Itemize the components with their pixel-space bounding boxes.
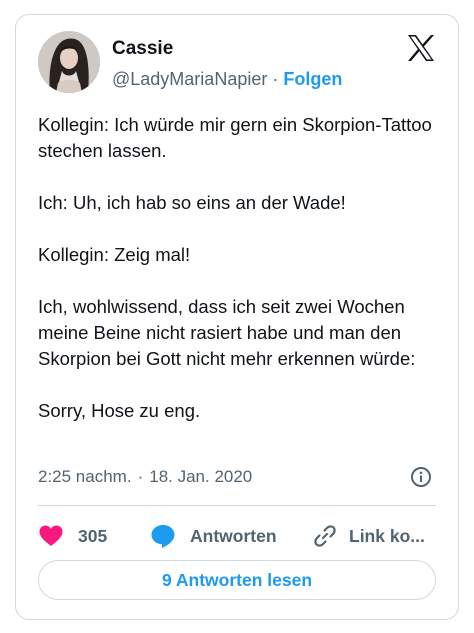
tweet-paragraph: Kollegin: Ich würde mir gern ein Skorpio… <box>38 114 432 161</box>
tweet-paragraph: Kollegin: Zeig mal! <box>38 244 191 265</box>
tweet-paragraph: Sorry, Hose zu eng. <box>38 400 201 421</box>
avatar[interactable] <box>38 31 100 93</box>
info-icon[interactable] <box>410 466 432 488</box>
speech-bubble-icon <box>151 525 175 548</box>
heart-icon <box>39 525 63 546</box>
read-replies-button[interactable]: 9 Antworten lesen <box>38 560 436 600</box>
author-handle-row: @LadyMariaNapier · Folgen <box>112 69 342 90</box>
avatar-image <box>38 31 100 93</box>
separator-dot: · <box>137 467 144 486</box>
divider <box>38 505 436 506</box>
author-handle[interactable]: @LadyMariaNapier <box>112 69 267 89</box>
separator-dot: · <box>272 69 279 89</box>
follow-button[interactable]: Folgen <box>283 69 342 89</box>
like-button[interactable]: 305 <box>38 520 107 552</box>
author-name[interactable]: Cassie <box>112 38 173 60</box>
tweet-card: Cassie @LadyMariaNapier · Folgen Kollegin:… <box>15 14 459 620</box>
reply-button[interactable]: Antworten <box>150 520 277 552</box>
link-icon <box>314 525 336 547</box>
copy-link-button[interactable]: Link ko... <box>313 520 425 552</box>
action-bar: 305 Antworten Link ko... <box>38 520 443 552</box>
tweet-paragraph: Ich: Uh, ich hab so eins an der Wade! <box>38 192 346 213</box>
like-count: 305 <box>78 525 108 546</box>
tweet-date: 18. Jan. 2020 <box>149 467 253 486</box>
x-logo-icon[interactable] <box>406 33 436 63</box>
tweet-paragraph: Ich, wohlwissend, dass ich seit zwei Woc… <box>38 296 416 369</box>
reply-label: Antworten <box>190 525 277 546</box>
tweet-time: 2:25 nachm. <box>38 467 132 486</box>
tweet-text: Kollegin: Ich würde mir gern ein Skorpio… <box>38 112 443 424</box>
copy-link-label: Link ko... <box>349 525 425 546</box>
tweet-timestamp[interactable]: 2:25 nachm. · 18. Jan. 2020 <box>38 467 252 487</box>
